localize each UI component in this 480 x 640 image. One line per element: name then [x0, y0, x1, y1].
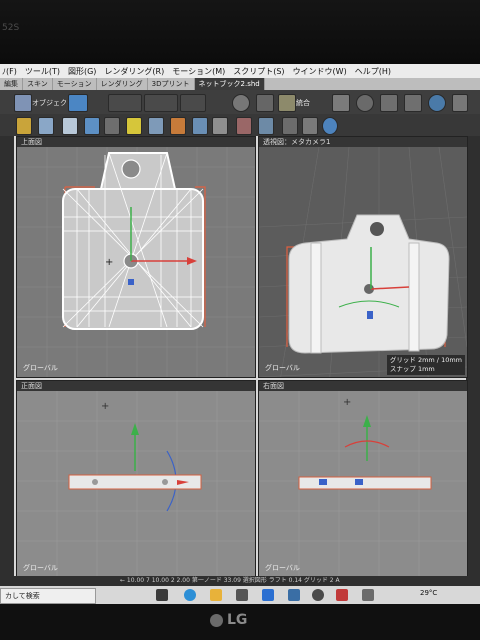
- crop-icon[interactable]: [282, 117, 298, 135]
- tab-edit[interactable]: 編集: [0, 78, 23, 90]
- viewport-front-title: 正面図: [17, 381, 255, 391]
- select-tool-icon[interactable]: [126, 117, 142, 135]
- toolbar-secondary: [0, 114, 480, 136]
- app-icon-4[interactable]: [362, 589, 374, 601]
- material-sphere-icon[interactable]: [322, 117, 338, 135]
- render-sphere-icon[interactable]: [428, 94, 446, 112]
- app-icon-1[interactable]: [288, 589, 300, 601]
- menu-window[interactable]: ウインドウ(W): [293, 66, 347, 77]
- app-icon-2[interactable]: [312, 589, 324, 601]
- viewport-right-title: 右面図: [259, 381, 467, 391]
- tab-document[interactable]: ネットブック2.shd: [194, 78, 265, 90]
- menu-script[interactable]: スクリプト(S): [233, 66, 284, 77]
- app-icon-3[interactable]: [336, 589, 348, 601]
- front-view-canvas: +: [17, 391, 255, 577]
- svg-text:+: +: [105, 257, 113, 268]
- menu-motion[interactable]: モーション(M): [172, 66, 225, 77]
- data-icon[interactable]: [192, 117, 208, 135]
- figure-icon[interactable]: [84, 117, 100, 135]
- snap-size: スナップ 1mm: [389, 365, 435, 373]
- viewport-persp-title: 透視図：メタカメラ1: [259, 137, 467, 147]
- tab-rendering[interactable]: レンダリング: [97, 78, 148, 90]
- viewport-front-footer: グローバル: [23, 564, 58, 572]
- viewport-top-title: 上面図: [17, 137, 255, 147]
- mail-icon[interactable]: [262, 589, 274, 601]
- taskbar-search[interactable]: カして検索: [0, 588, 96, 604]
- merge-icon[interactable]: [278, 94, 296, 112]
- taskbar: カして検索 29°C: [0, 586, 480, 604]
- viewport-front[interactable]: 正面図 + グローバル: [16, 380, 256, 578]
- menu-tools[interactable]: ツール(T): [25, 66, 60, 77]
- eye-icon[interactable]: [104, 117, 120, 135]
- toolbar-main: オブジェクト 統合: [0, 90, 480, 114]
- grid-size: グリッド 2mm / 10mm: [389, 356, 462, 364]
- tab-skin[interactable]: スキン: [23, 78, 53, 90]
- viewport-persp-footer: グローバル: [265, 364, 300, 372]
- globe-icon[interactable]: [356, 94, 374, 112]
- screen: ﾉ(F) ツール(T) 図形(G) レンダリング(R) モーション(M) スクリ…: [0, 64, 480, 604]
- menu-rendering[interactable]: レンダリング(R): [104, 66, 164, 77]
- left-panel-strip[interactable]: [0, 136, 14, 576]
- texture-icon[interactable]: [170, 117, 186, 135]
- menu-file[interactable]: ﾉ(F): [2, 66, 17, 77]
- viewport-perspective[interactable]: 透視図：メタカメラ1 グローバル グリッド 2mm / 10mm スナップ 1m…: [258, 136, 468, 378]
- object-icon[interactable]: [14, 94, 32, 112]
- layer-icon[interactable]: [302, 117, 318, 135]
- viewport-right-footer: グローバル: [265, 564, 300, 572]
- top-view-canvas: +: [17, 147, 255, 377]
- transform-icon[interactable]: [380, 94, 398, 112]
- disabled-tool-1[interactable]: [108, 94, 142, 112]
- monitor-bezel-top: 52S: [0, 0, 480, 70]
- svg-text:+: +: [101, 401, 109, 412]
- menu-bar: ﾉ(F) ツール(T) 図形(G) レンダリング(R) モーション(M) スクリ…: [0, 64, 480, 78]
- grid-info-panel: グリッド 2mm / 10mm スナップ 1mm: [386, 355, 465, 375]
- lg-logo-icon: [210, 614, 223, 627]
- brand-label: LG: [227, 612, 248, 628]
- right-panel-strip[interactable]: [466, 136, 480, 576]
- image-icon[interactable]: [62, 117, 78, 135]
- tab-bar: 編集 スキン モーション レンダリング 3Dプリント ネットブック2.shd: [0, 78, 480, 90]
- svg-text:+: +: [343, 397, 351, 408]
- move-icon[interactable]: [404, 94, 422, 112]
- monitor-model: 52S: [2, 23, 20, 33]
- menu-shape[interactable]: 図形(G): [68, 66, 96, 77]
- store-icon[interactable]: [236, 589, 248, 601]
- node-icon[interactable]: [148, 117, 164, 135]
- status-bar: ← 10.00 7 10.00 2 2.00 第一ノード 33.09 選択図形 …: [0, 576, 480, 586]
- camera-icon[interactable]: [68, 94, 88, 112]
- brush-icon[interactable]: [236, 117, 252, 135]
- tab-3dprint[interactable]: 3Dプリント: [148, 78, 195, 90]
- edge-icon[interactable]: [184, 589, 196, 601]
- explorer-icon[interactable]: [210, 589, 222, 601]
- weather-temp: 29°C: [420, 589, 438, 597]
- tab-motion[interactable]: モーション: [53, 78, 97, 90]
- disabled-tool-2[interactable]: [144, 94, 178, 112]
- table-icon[interactable]: [38, 117, 54, 135]
- snap-icon[interactable]: [332, 94, 350, 112]
- right-view-canvas: +: [259, 391, 467, 577]
- task-view-icon[interactable]: [156, 589, 168, 601]
- persp-view-canvas: [259, 147, 467, 377]
- settings-icon[interactable]: [452, 94, 468, 112]
- viewport-top-footer: グローバル: [23, 364, 58, 372]
- merge-label: 統合: [296, 99, 310, 107]
- lasso-icon[interactable]: [256, 94, 274, 112]
- disabled-tool-3[interactable]: [180, 94, 206, 112]
- viewport-right[interactable]: 右面図 + グローバル: [258, 380, 468, 578]
- viewport-top[interactable]: 上面図 + グローバル: [16, 136, 256, 378]
- rotate-icon[interactable]: [232, 94, 250, 112]
- menu-help[interactable]: ヘルプ(H): [355, 66, 391, 77]
- path-icon[interactable]: [258, 117, 274, 135]
- checker-icon[interactable]: [212, 117, 228, 135]
- grid-view-icon[interactable]: [16, 117, 32, 135]
